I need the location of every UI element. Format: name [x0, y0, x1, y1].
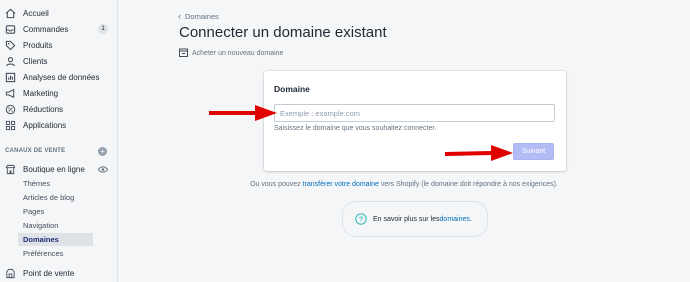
sidebar-item-label: Applications — [23, 120, 67, 130]
discount-icon — [5, 104, 16, 115]
sidebar-item-label: Clients — [23, 56, 48, 66]
sidebar-item-label: Réductions — [23, 104, 64, 114]
domains-help-link[interactable]: domaines — [440, 216, 470, 223]
sidebar-item-label: Analyses de données — [23, 72, 100, 82]
sidebar-item-label: Boutique en ligne — [23, 164, 85, 174]
transfer-text-suffix: vers Shopify (le domaine doit répondre à… — [378, 181, 558, 188]
sidebar-subitem-themes[interactable]: Thèmes — [18, 177, 93, 190]
apps-icon — [5, 120, 16, 131]
sidebar-item-label: Marketing — [23, 88, 59, 98]
learn-more-suffix: . — [469, 215, 472, 223]
page-title: Connecter un domaine existant — [179, 24, 387, 41]
sidebar-item-customers[interactable]: Clients — [0, 53, 117, 69]
question-circle-icon: ? — [355, 213, 367, 225]
transfer-domain-link[interactable]: transférer votre domaine — [303, 181, 379, 188]
sidebar-item-discounts[interactable]: Réductions — [0, 101, 117, 117]
sidebar-item-home[interactable]: Accueil — [0, 5, 117, 21]
svg-text:?: ? — [359, 215, 364, 224]
sidebar-subitem-pages[interactable]: Pages — [18, 205, 93, 218]
sidebar-subitem-blog-posts[interactable]: Articles de blog — [18, 191, 93, 204]
store-icon — [5, 164, 16, 175]
sidebar-item-label: Accueil — [23, 8, 49, 18]
sidebar-item-products[interactable]: Produits — [0, 37, 117, 53]
transfer-text-prefix: Ou vous pouvez — [250, 181, 303, 188]
eye-icon[interactable] — [97, 166, 109, 175]
sidebar: Accueil Commandes 1 Produits Clients Ana… — [0, 0, 118, 282]
transfer-text: Ou vous pouvez transférer votre domaine … — [118, 181, 690, 188]
add-channel-icon[interactable]: + — [98, 147, 107, 156]
main-content: ‹ Domaines Connecter un domaine existant… — [118, 0, 690, 282]
megaphone-icon — [5, 88, 16, 99]
sidebar-subitem-navigation[interactable]: Navigation — [18, 219, 93, 232]
card-title: Domaine — [274, 84, 310, 94]
sales-channels-heading: CANAUX DE VENTE — [5, 148, 66, 154]
pos-icon — [5, 268, 16, 279]
sidebar-subitem-preferences[interactable]: Préférences — [18, 247, 93, 260]
sidebar-subitem-domains[interactable]: Domaines — [18, 233, 93, 246]
sidebar-item-label: Commandes — [23, 24, 69, 34]
orders-count-badge: 1 — [98, 24, 108, 34]
home-icon — [5, 8, 16, 19]
domain-input[interactable] — [274, 104, 555, 122]
learn-more-box: ? En savoir plus sur les domaines. — [342, 201, 488, 237]
domain-help-text: Saisissez le domaine que vous souhaitez … — [274, 125, 437, 132]
sidebar-item-online-store[interactable]: Boutique en ligne — [0, 161, 117, 177]
chevron-left-icon: ‹ — [178, 11, 181, 21]
sidebar-item-analytics[interactable]: Analyses de données — [0, 69, 117, 85]
annotation-arrow-next — [445, 145, 513, 161]
breadcrumb-label: Domaines — [185, 11, 219, 21]
learn-more-prefix: En savoir plus sur les — [373, 215, 440, 223]
buy-domain-label: Acheter un nouveau domaine — [192, 50, 284, 57]
buy-domain-action[interactable]: Acheter un nouveau domaine — [179, 48, 283, 59]
person-icon — [5, 56, 16, 67]
sidebar-item-marketing[interactable]: Marketing — [0, 85, 117, 101]
sidebar-item-label: Point de vente — [23, 268, 75, 278]
next-button[interactable]: Suivant — [513, 143, 554, 160]
orders-icon — [5, 24, 16, 35]
annotation-arrow-input — [209, 105, 277, 121]
analytics-icon — [5, 72, 16, 83]
tag-icon — [5, 40, 16, 51]
sidebar-item-apps[interactable]: Applications — [0, 117, 117, 133]
domain-card: Domaine Saisissez le domaine que vous so… — [264, 71, 566, 171]
breadcrumb[interactable]: ‹ Domaines — [178, 11, 219, 21]
calendar-box-icon — [179, 48, 188, 59]
sidebar-item-point-of-sale[interactable]: Point de vente — [0, 265, 117, 281]
sidebar-item-label: Produits — [23, 40, 53, 50]
sidebar-item-orders[interactable]: Commandes 1 — [0, 21, 117, 37]
